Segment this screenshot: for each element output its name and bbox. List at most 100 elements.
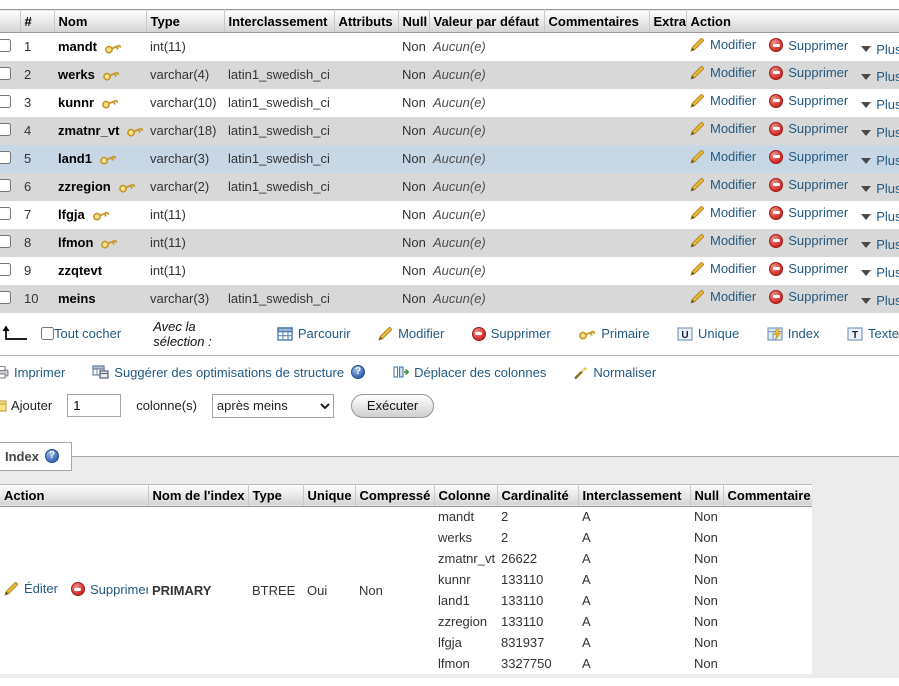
row-more-link[interactable]: Plus bbox=[861, 181, 899, 196]
delete-icon bbox=[769, 94, 783, 108]
print-action[interactable]: Imprimer bbox=[0, 365, 65, 380]
field-collation: latin1_swedish_ci bbox=[224, 145, 334, 173]
field-extra bbox=[649, 201, 686, 229]
field-name: lfgja bbox=[58, 207, 85, 222]
pencil-icon bbox=[690, 121, 705, 136]
unique-action[interactable]: U Unique bbox=[677, 326, 739, 341]
field-comments bbox=[544, 117, 649, 145]
row-modify-link[interactable]: Modifier bbox=[690, 121, 756, 136]
propose-structure-action[interactable]: Suggérer des optimisations de structure bbox=[92, 365, 344, 380]
normalize-action[interactable]: Normaliser bbox=[573, 365, 656, 380]
field-null: Non bbox=[398, 145, 429, 173]
row-modify-link[interactable]: Modifier bbox=[690, 261, 756, 276]
row-checkbox[interactable] bbox=[0, 179, 11, 192]
drop-action[interactable]: Supprimer bbox=[472, 326, 551, 341]
row-checkbox[interactable] bbox=[0, 39, 11, 52]
row-number: 5 bbox=[20, 145, 54, 173]
index-drop-link[interactable]: Supprimer bbox=[71, 582, 148, 597]
row-drop-link[interactable]: Supprimer bbox=[769, 233, 848, 248]
index-null: Non bbox=[690, 590, 723, 611]
index-collation: A bbox=[578, 611, 690, 632]
row-more-link[interactable]: Plus bbox=[861, 265, 899, 280]
field-type: int(11) bbox=[146, 257, 224, 285]
index-help-icon[interactable]: ? bbox=[45, 449, 59, 463]
delete-icon bbox=[71, 582, 85, 596]
index-column-header: Nom de l'index bbox=[148, 484, 248, 506]
index-edit-link[interactable]: Éditer bbox=[4, 581, 58, 596]
column-header: Nom bbox=[54, 10, 146, 33]
row-modify-link[interactable]: Modifier bbox=[690, 37, 756, 52]
row-checkbox[interactable] bbox=[0, 151, 11, 164]
row-drop-link[interactable]: Supprimer bbox=[769, 38, 848, 53]
row-checkbox[interactable] bbox=[0, 291, 11, 304]
row-checkbox[interactable] bbox=[0, 67, 11, 80]
row-drop-link[interactable]: Supprimer bbox=[769, 121, 848, 136]
index-column-row: ÉditerSupprimerPRIMARYBTREEOuiNonmandt2A… bbox=[0, 506, 812, 527]
check-all-arrow-icon bbox=[2, 324, 28, 344]
index-collation: A bbox=[578, 569, 690, 590]
row-modify-link[interactable]: Modifier bbox=[690, 65, 756, 80]
row-more-link[interactable]: Plus bbox=[861, 69, 899, 84]
field-comments bbox=[544, 173, 649, 201]
column-header: Null bbox=[398, 10, 429, 33]
fulltext-action[interactable]: T Texte bbox=[847, 326, 899, 341]
row-modify-link[interactable]: Modifier bbox=[690, 177, 756, 192]
row-more-link[interactable]: Plus bbox=[861, 209, 899, 224]
field-null: Non bbox=[398, 229, 429, 257]
row-drop-link[interactable]: Supprimer bbox=[769, 261, 848, 276]
row-modify-link[interactable]: Modifier bbox=[690, 149, 756, 164]
index-column-header: Type bbox=[248, 484, 303, 506]
structure-header-row: #NomTypeInterclassementAttributsNullVale… bbox=[0, 10, 899, 33]
caret-down-icon bbox=[861, 186, 871, 192]
browse-table-icon bbox=[277, 327, 293, 341]
row-modify-link[interactable]: Modifier bbox=[690, 205, 756, 220]
row-checkbox[interactable] bbox=[0, 207, 11, 220]
pencil-icon bbox=[690, 261, 705, 276]
field-null: Non bbox=[398, 173, 429, 201]
index-null: Non bbox=[690, 611, 723, 632]
row-more-link[interactable]: Plus bbox=[861, 97, 899, 112]
row-checkbox[interactable] bbox=[0, 95, 11, 108]
row-drop-link[interactable]: Supprimer bbox=[769, 205, 848, 220]
move-columns-action[interactable]: Déplacer des colonnes bbox=[392, 365, 546, 380]
row-modify-link[interactable]: Modifier bbox=[690, 233, 756, 248]
row-drop-link[interactable]: Supprimer bbox=[769, 289, 848, 304]
help-icon[interactable]: ? bbox=[351, 365, 365, 379]
check-all-label[interactable]: Tout cocher bbox=[54, 326, 121, 341]
field-extra bbox=[649, 61, 686, 89]
index-action[interactable]: Index bbox=[767, 326, 820, 341]
row-checkbox[interactable] bbox=[0, 263, 11, 276]
column-count-input[interactable] bbox=[67, 394, 121, 417]
index-cardinality: 2 bbox=[497, 506, 578, 527]
key-icon bbox=[104, 41, 122, 55]
primary-action[interactable]: Primaire bbox=[578, 326, 649, 341]
execute-button[interactable]: Exécuter bbox=[351, 394, 434, 418]
check-all-checkbox[interactable] bbox=[41, 327, 54, 340]
column-position-select[interactable]: après meins bbox=[212, 394, 334, 418]
delete-icon bbox=[769, 290, 783, 304]
row-more-link[interactable]: Plus bbox=[861, 153, 899, 168]
field-default: Aucun(e) bbox=[433, 207, 486, 222]
row-more-link[interactable]: Plus bbox=[861, 237, 899, 252]
pencil-icon bbox=[690, 149, 705, 164]
index-collation: A bbox=[578, 527, 690, 548]
change-action[interactable]: Modifier bbox=[378, 326, 444, 341]
field-default: Aucun(e) bbox=[433, 291, 486, 306]
row-drop-link[interactable]: Supprimer bbox=[769, 93, 848, 108]
index-column-header: Unique bbox=[303, 484, 355, 506]
row-modify-link[interactable]: Modifier bbox=[690, 93, 756, 108]
field-attributes bbox=[334, 33, 398, 61]
row-drop-link[interactable]: Supprimer bbox=[769, 65, 848, 80]
row-more-link[interactable]: Plus bbox=[861, 42, 899, 57]
row-more-link[interactable]: Plus bbox=[861, 125, 899, 140]
row-more-link[interactable]: Plus bbox=[861, 293, 899, 308]
row-drop-link[interactable]: Supprimer bbox=[769, 177, 848, 192]
row-checkbox[interactable] bbox=[0, 235, 11, 248]
row-checkbox[interactable] bbox=[0, 123, 11, 136]
columns-label: colonne(s) bbox=[136, 398, 197, 413]
browse-action[interactable]: Parcourir bbox=[277, 326, 351, 341]
row-modify-link[interactable]: Modifier bbox=[690, 289, 756, 304]
row-drop-link[interactable]: Supprimer bbox=[769, 149, 848, 164]
table-row: 3kunnrvarchar(10)latin1_swedish_ciNonAuc… bbox=[0, 89, 899, 117]
index-collation: A bbox=[578, 632, 690, 653]
